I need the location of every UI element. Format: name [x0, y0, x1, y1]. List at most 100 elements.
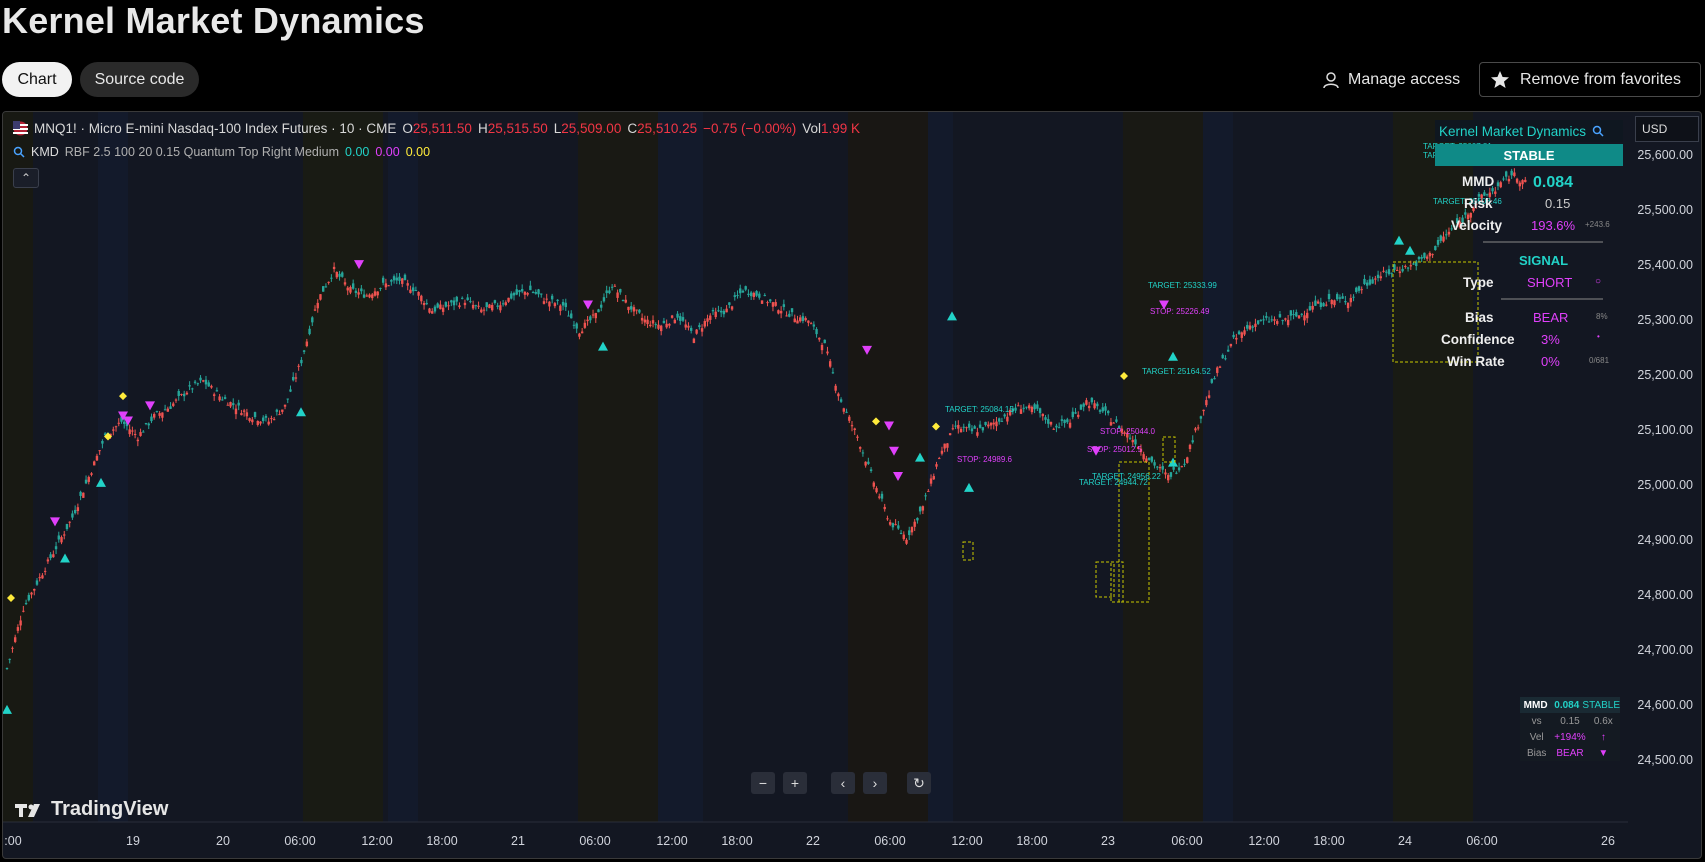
candle-body [717, 310, 720, 312]
price-tick: 24,500.00 [1637, 753, 1693, 767]
candle-body [488, 304, 491, 309]
candle-body [65, 523, 69, 530]
zoom-in-button[interactable]: + [783, 772, 807, 794]
close-label: C [627, 121, 638, 136]
candle-body [1281, 320, 1284, 322]
candle-body [883, 506, 886, 510]
candle-body [253, 412, 257, 418]
candle-body [556, 299, 559, 301]
scroll-right-button[interactable]: › [863, 772, 887, 794]
collapse-legend-button[interactable]: ⌃ [13, 168, 39, 188]
candle-body [679, 316, 682, 321]
time-tick: 06:00 [1466, 834, 1498, 848]
candle-body [1232, 334, 1235, 338]
indicator-legend[interactable]: KMD RBF 2.5 100 20 0.15 Quantum Top Righ… [13, 145, 430, 159]
time-tick: 24 [1398, 834, 1412, 848]
user-icon [1323, 71, 1339, 88]
candle-body [968, 423, 971, 428]
target-label: TARGET: 25164.52 [1142, 367, 1211, 376]
candle-body [362, 294, 366, 298]
candle-body [695, 329, 698, 334]
session-band [578, 112, 658, 822]
tab-source-code[interactable]: Source code [80, 62, 199, 97]
remove-favorites-label: Remove from favorites [1520, 70, 1681, 88]
candle-body [166, 408, 170, 412]
candle-body [932, 476, 935, 480]
price-tick: 25,600.00 [1637, 148, 1693, 162]
winrate-value: 0% [1541, 354, 1560, 369]
candle-body [185, 392, 189, 395]
reset-chart-button[interactable]: ↻ [907, 772, 931, 794]
candle-body [1439, 235, 1442, 241]
change-value: −0.75 (−0.00%) [703, 121, 797, 136]
candle-body [542, 301, 546, 304]
candle-body [1524, 179, 1527, 183]
candle-body [711, 310, 715, 312]
candle-body [962, 426, 965, 428]
candle-body [815, 329, 818, 335]
symbol-label[interactable]: MNQ1! · Micro E-mini Nasdaq-100 Index Fu… [34, 121, 396, 136]
currency-selector[interactable]: USD [1635, 116, 1699, 142]
candle-body [191, 388, 194, 390]
stop-label: STOP: 24989.6 [957, 455, 1013, 464]
candle-body [1191, 440, 1194, 443]
candle-body [158, 413, 161, 416]
candle-body [463, 302, 467, 306]
candle-body [172, 403, 175, 406]
risk-value: 0.15 [1545, 196, 1571, 211]
chart-controls: − + ‹ › ↻ [751, 772, 931, 794]
candle-body [1319, 302, 1323, 308]
candle-body [839, 399, 843, 402]
candle-body [1428, 252, 1432, 257]
candle-body [1041, 413, 1045, 417]
candle-body [973, 426, 976, 429]
candle-body [529, 285, 532, 291]
candle-body [84, 479, 88, 484]
candle-body [1401, 268, 1404, 272]
candle-body [297, 365, 300, 367]
candle-body [812, 324, 816, 327]
candle-body [1164, 472, 1167, 475]
candle-body [292, 376, 295, 381]
tradingview-logo[interactable]: TradingView [15, 798, 168, 821]
scroll-left-button[interactable]: ‹ [831, 772, 855, 794]
candle-body [455, 296, 458, 302]
candle-body [35, 580, 39, 585]
remove-favorites-button[interactable]: Remove from favorites [1479, 62, 1701, 97]
candle-body [248, 418, 251, 421]
candle-body [1027, 405, 1031, 409]
candle-body [1306, 312, 1309, 319]
candle-body [212, 394, 216, 396]
candle-body [30, 592, 33, 595]
candle-body [1404, 265, 1407, 267]
candle-body [621, 299, 625, 302]
candle-body [401, 278, 404, 284]
type-value: SHORT [1527, 275, 1573, 290]
chart-area[interactable]: TARGET: 25084.15 TARGET: 25333.99 TARGET: … [2, 111, 1702, 859]
plus-icon: + [790, 775, 800, 791]
candle-body [417, 291, 420, 296]
candle-body [1098, 410, 1102, 412]
candle-body [471, 304, 475, 309]
candle-body [316, 302, 319, 309]
candle-body [321, 286, 325, 292]
zoom-out-button[interactable]: − [751, 772, 775, 794]
candle-body [1169, 472, 1173, 477]
candle-body [1049, 421, 1053, 425]
candle-body [19, 620, 22, 626]
candle-body [572, 324, 576, 326]
candle-body [976, 432, 979, 436]
candle-body [169, 406, 172, 409]
candle-body [747, 293, 750, 295]
tab-chart[interactable]: Chart [2, 62, 72, 97]
chart-legend: MNQ1! · Micro E-mini Nasdaq-100 Index Fu… [13, 121, 860, 136]
candle-body [466, 297, 469, 301]
candle-body [709, 315, 712, 320]
candle-body [1344, 300, 1347, 303]
manage-access-button[interactable]: Manage access [1322, 62, 1460, 97]
candle-body [1229, 343, 1233, 347]
candle-body [1134, 439, 1137, 445]
candle-body [978, 424, 982, 428]
candle-body [1033, 404, 1036, 410]
price-chart[interactable]: TARGET: 25084.15 TARGET: 25333.99 TARGET: … [3, 112, 1702, 859]
